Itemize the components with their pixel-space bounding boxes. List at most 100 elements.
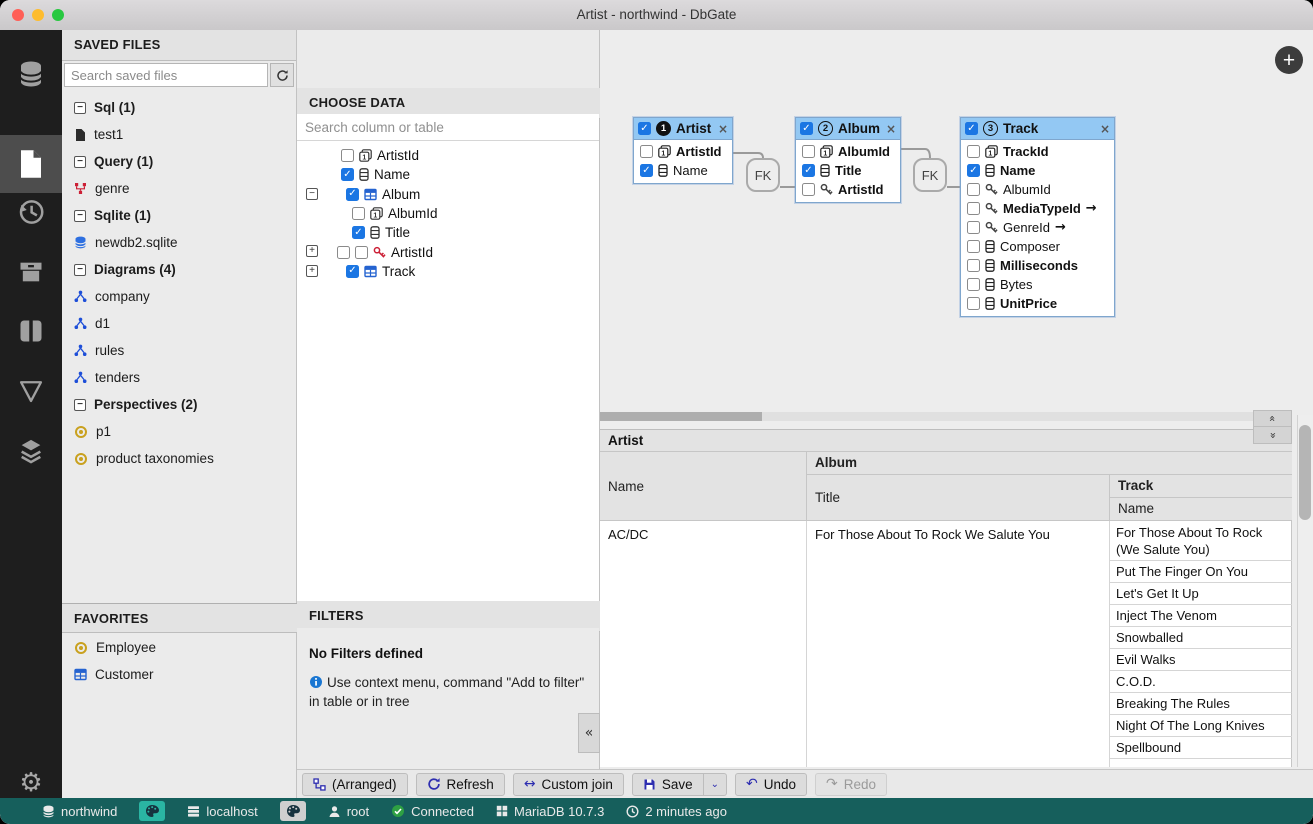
- checkbox[interactable]: [967, 221, 980, 234]
- node-column-name[interactable]: Name: [634, 161, 732, 180]
- saved-item-p1[interactable]: p1: [62, 418, 297, 445]
- horizontal-scrollbar[interactable]: [600, 412, 1290, 421]
- saved-item-rules[interactable]: rules: [62, 337, 297, 364]
- save-button[interactable]: Save: [632, 773, 704, 796]
- checkbox[interactable]: [337, 246, 350, 259]
- saved-item-product-taxonomies[interactable]: product taxonomies: [62, 445, 297, 472]
- checkbox[interactable]: [967, 145, 980, 158]
- tree-row-album[interactable]: −Album: [297, 185, 599, 204]
- tree-row-artistid[interactable]: 1ArtistId: [297, 146, 599, 165]
- collapse-icon[interactable]: −: [74, 399, 86, 411]
- node-header-track[interactable]: 3 Track ×: [961, 118, 1114, 140]
- node-column-name[interactable]: Name: [961, 161, 1114, 180]
- choose-data-search-input[interactable]: [297, 114, 599, 141]
- saved-group-diagrams[interactable]: −Diagrams (4): [62, 256, 297, 283]
- node-column-artistid[interactable]: 1ArtistId: [634, 142, 732, 161]
- status-server[interactable]: localhost: [187, 804, 257, 819]
- vertical-scrollbar-thumb[interactable]: [1299, 425, 1311, 520]
- column-header-track-name[interactable]: Name: [1110, 498, 1292, 521]
- cell-track-name[interactable]: Night Of The Long Knives: [1110, 715, 1292, 737]
- node-column-unitprice[interactable]: UnitPrice: [961, 294, 1114, 313]
- collapse-icon[interactable]: −: [74, 102, 86, 114]
- diagram-node-track[interactable]: 3 Track × 1TrackId Name AlbumId MediaTyp…: [960, 117, 1115, 317]
- checkbox[interactable]: [346, 188, 359, 201]
- node-column-bytes[interactable]: Bytes: [961, 275, 1114, 294]
- cell-track-name[interactable]: C.O.D.: [1110, 671, 1292, 693]
- saved-item-d1[interactable]: d1: [62, 310, 297, 337]
- saved-files-refresh-button[interactable]: [270, 63, 294, 87]
- diagram-node-artist[interactable]: 1 Artist × 1ArtistId Name: [633, 117, 733, 184]
- collapse-icon[interactable]: −: [74, 210, 86, 222]
- cell-track-name[interactable]: Evil Walks: [1110, 649, 1292, 671]
- status-user[interactable]: root: [328, 804, 369, 819]
- checkbox[interactable]: [967, 202, 980, 215]
- add-table-button[interactable]: +: [1275, 46, 1303, 74]
- column-header-artist-name[interactable]: Name: [600, 452, 807, 521]
- collapse-icon[interactable]: −: [306, 188, 318, 200]
- tree-row-title[interactable]: Title: [297, 223, 599, 242]
- checkbox[interactable]: [638, 122, 651, 135]
- collapse-panel-button[interactable]: «: [578, 713, 600, 753]
- sidebar-item-archive[interactable]: [0, 243, 62, 301]
- tree-row-track[interactable]: +Track: [297, 262, 599, 281]
- node-header-artist[interactable]: 1 Artist ×: [634, 118, 732, 140]
- server-color-swatch[interactable]: [280, 801, 306, 821]
- checkbox[interactable]: [352, 207, 365, 220]
- checkbox[interactable]: [965, 122, 978, 135]
- status-engine-version[interactable]: MariaDB 10.7.3: [496, 804, 604, 819]
- checkbox[interactable]: [800, 122, 813, 135]
- custom-join-button[interactable]: ↔ Custom join: [513, 773, 624, 796]
- cell-track-name[interactable]: Inject The Venom: [1110, 605, 1292, 627]
- checkbox[interactable]: [640, 164, 653, 177]
- checkbox[interactable]: [640, 145, 653, 158]
- sidebar-item-book[interactable]: [0, 302, 62, 360]
- cell-track-name[interactable]: For Those About To Rock (We Salute You): [1110, 521, 1292, 561]
- checkbox[interactable]: [967, 164, 980, 177]
- tree-row-artistid-fk[interactable]: +ArtistId: [297, 242, 599, 261]
- diagram-node-album[interactable]: 2 Album × 1AlbumId Title ArtistId: [795, 117, 901, 203]
- close-node-icon[interactable]: ×: [886, 122, 896, 136]
- collapse-rows-button[interactable]: «: [1253, 410, 1292, 427]
- horizontal-scrollbar-thumb[interactable]: [600, 412, 762, 421]
- expand-icon[interactable]: +: [306, 265, 318, 277]
- saved-item-tenders[interactable]: tenders: [62, 364, 297, 391]
- cell-track-name[interactable]: Put The Finger On You: [1110, 561, 1292, 583]
- checkbox[interactable]: [802, 164, 815, 177]
- node-column-albumid[interactable]: 1AlbumId: [796, 142, 900, 161]
- column-group-track[interactable]: Track: [1110, 475, 1292, 498]
- checkbox[interactable]: [341, 168, 354, 181]
- close-node-icon[interactable]: ×: [718, 122, 728, 136]
- node-column-artistid[interactable]: ArtistId: [796, 180, 900, 199]
- node-column-composer[interactable]: Composer: [961, 237, 1114, 256]
- column-header-album-title[interactable]: Title: [807, 475, 1110, 521]
- reference-arrow-icon[interactable]: →: [1086, 201, 1097, 216]
- save-dropdown-button[interactable]: ⌄: [704, 773, 727, 796]
- checkbox[interactable]: [967, 278, 980, 291]
- sidebar-item-layers[interactable]: [0, 422, 62, 480]
- collapse-icon[interactable]: −: [74, 264, 86, 276]
- close-node-icon[interactable]: ×: [1100, 122, 1110, 136]
- saved-item-company[interactable]: company: [62, 283, 297, 310]
- arranged-button[interactable]: (Arranged): [302, 773, 408, 796]
- status-connection[interactable]: Connected: [391, 804, 474, 819]
- status-last-refresh-time[interactable]: 2 minutes ago: [626, 804, 727, 819]
- node-column-genreid[interactable]: GenreId→: [961, 218, 1114, 237]
- refresh-button[interactable]: Refresh: [416, 773, 505, 796]
- checkbox[interactable]: [341, 149, 354, 162]
- node-column-milliseconds[interactable]: Milliseconds: [961, 256, 1114, 275]
- node-column-mediatypeid[interactable]: MediaTypeId→: [961, 199, 1114, 218]
- expand-rows-button[interactable]: «: [1253, 427, 1292, 444]
- saved-group-sqlite[interactable]: −Sqlite (1): [62, 202, 297, 229]
- node-column-albumid[interactable]: AlbumId: [961, 180, 1114, 199]
- checkbox[interactable]: [967, 240, 980, 253]
- saved-group-sql[interactable]: −Sql (1): [62, 94, 297, 121]
- saved-group-query[interactable]: −Query (1): [62, 148, 297, 175]
- reference-arrow-icon[interactable]: →: [1055, 220, 1066, 235]
- checkbox[interactable]: [352, 226, 365, 239]
- column-group-album[interactable]: Album: [807, 452, 1292, 475]
- cell-artist-name[interactable]: AC/DC: [600, 521, 807, 767]
- diagram-canvas[interactable]: + FK FK 1 Artist × 1ArtistId Name: [600, 30, 1313, 429]
- checkbox[interactable]: [967, 297, 980, 310]
- tree-row-albumid[interactable]: 1AlbumId: [297, 204, 599, 223]
- checkbox[interactable]: [346, 265, 359, 278]
